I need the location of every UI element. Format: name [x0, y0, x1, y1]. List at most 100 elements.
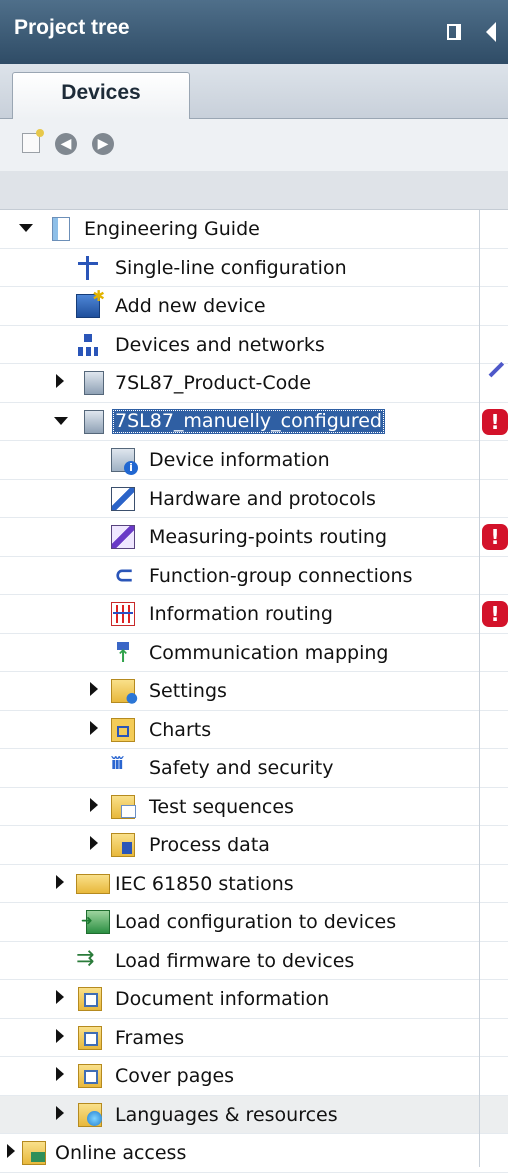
- tree-item-label: Online access: [55, 1142, 187, 1164]
- comm-mapping-icon: [111, 641, 135, 667]
- expand-arrow-icon[interactable]: [90, 682, 98, 696]
- settings-folder-icon: [111, 679, 138, 706]
- info-routing-icon: [111, 602, 135, 626]
- tree-item-label: Cover pages: [115, 1065, 235, 1087]
- tree-row-7sl87-product-code[interactable]: 7SL87_Product-Code: [0, 361, 508, 403]
- tree-row-settings[interactable]: Settings: [0, 672, 508, 711]
- expand-arrow-icon[interactable]: [90, 797, 98, 812]
- panel-title: Project tree: [14, 16, 130, 39]
- tree-row-cover-pages[interactable]: Cover pages: [0, 1057, 508, 1096]
- charts-folder-icon: [111, 717, 135, 742]
- tree-item-label: Add new device: [115, 295, 266, 317]
- tree-row-7sl87-manuelly-configured[interactable]: 7SL87_manuelly_configured !: [0, 403, 508, 441]
- expand-arrow-icon[interactable]: [7, 1144, 15, 1158]
- expand-arrow-icon[interactable]: [90, 836, 98, 850]
- tree-row-information-routing[interactable]: Information routing !: [0, 595, 508, 634]
- test-folder-icon: [111, 794, 136, 819]
- tree-item-label: Document information: [115, 988, 330, 1010]
- expand-arrow-icon[interactable]: [56, 374, 64, 388]
- safety-icon: [111, 754, 135, 780]
- doc-info-folder-icon: [78, 987, 102, 1011]
- edit-pencil-icon: [488, 361, 505, 378]
- folder-icon: [76, 873, 110, 894]
- tree-row-load-configuration[interactable]: Load configuration to devices: [0, 903, 508, 942]
- tree-row-hardware-and-protocols[interactable]: Hardware and protocols: [0, 480, 508, 518]
- tree-row-document-information[interactable]: Document information: [0, 980, 508, 1019]
- expand-arrow-icon[interactable]: [56, 1028, 64, 1043]
- expand-arrow-icon[interactable]: [19, 224, 33, 232]
- tree-item-label: Hardware and protocols: [149, 487, 376, 510]
- single-line-icon: [76, 255, 100, 280]
- tree-row-test-sequences[interactable]: Test sequences: [0, 788, 508, 826]
- tree-toolbar: ◀ ▶: [0, 119, 508, 171]
- expand-arrow-icon[interactable]: [56, 1105, 64, 1120]
- tree-item-label: Information routing: [149, 603, 333, 625]
- tree-row-iec-61850-stations[interactable]: IEC 61850 stations: [0, 865, 508, 903]
- tree-row-charts[interactable]: Charts: [0, 711, 508, 749]
- tree-row-load-firmware[interactable]: Load firmware to devices: [0, 942, 508, 980]
- cover-pages-folder-icon: [78, 1064, 102, 1088]
- tree-item-label: Safety and security: [149, 757, 334, 779]
- tree-item-label: Device information: [149, 449, 330, 471]
- column-divider[interactable]: [479, 210, 480, 1167]
- project-tree: Engineering Guide Single-line configurat…: [0, 210, 508, 1173]
- frames-folder-icon: [78, 1025, 102, 1050]
- error-status-icon: !: [482, 524, 508, 550]
- device-info-icon: [111, 448, 138, 475]
- device-icon: [84, 371, 104, 395]
- tree-row-measuring-points-routing[interactable]: Measuring-points routing !: [0, 518, 508, 557]
- tree-item-label: Single-line configuration: [115, 256, 347, 279]
- tree-row-function-group-connections[interactable]: Function-group connections: [0, 557, 508, 595]
- network-icon: [76, 333, 100, 357]
- error-status-icon: !: [482, 408, 508, 435]
- expand-arrow-icon[interactable]: [90, 720, 98, 735]
- hardware-icon: [111, 486, 135, 511]
- tree-item-label: Load configuration to devices: [115, 911, 397, 933]
- tree-item-label: Frames: [115, 1026, 185, 1049]
- tree-row-single-line-configuration[interactable]: Single-line configuration: [0, 249, 508, 287]
- expand-arrow-icon[interactable]: [56, 1067, 64, 1081]
- function-group-icon: [111, 561, 135, 589]
- project-tree-header: Project tree: [0, 0, 508, 64]
- tab-strip: Devices: [0, 64, 508, 119]
- tree-item-label: Languages & resources: [115, 1103, 338, 1126]
- tree-item-label: Function-group connections: [149, 564, 413, 587]
- tree-column-header: [0, 171, 508, 210]
- tree-item-label: 7SL87_manuelly_configured: [112, 408, 385, 434]
- tree-item-label: Charts: [149, 718, 212, 741]
- collapse-panel-icon[interactable]: [486, 22, 496, 42]
- tree-item-label: Test sequences: [149, 795, 294, 818]
- tree-item-label: Process data: [149, 834, 270, 856]
- new-item-icon[interactable]: [22, 129, 44, 153]
- process-data-icon: [111, 833, 135, 857]
- tree-row-communication-mapping[interactable]: Communication mapping: [0, 634, 508, 672]
- back-icon[interactable]: ◀: [55, 133, 77, 155]
- tree-row-devices-and-networks[interactable]: Devices and networks: [0, 326, 508, 364]
- tree-row-safety-and-security[interactable]: Safety and security: [0, 749, 508, 788]
- online-access-icon: [22, 1141, 46, 1165]
- tree-item-label: Engineering Guide: [84, 218, 260, 240]
- tree-row-device-information[interactable]: Device information: [0, 441, 508, 480]
- load-firmware-icon: [76, 946, 100, 973]
- tree-row-process-data[interactable]: Process data: [0, 826, 508, 865]
- split-view-icon[interactable]: [447, 24, 461, 40]
- device-icon: [84, 409, 104, 434]
- tree-item-label: Devices and networks: [115, 333, 325, 356]
- tree-row-frames[interactable]: Frames: [0, 1019, 508, 1057]
- tree-item-label: Settings: [149, 680, 227, 702]
- tree-item-label: IEC 61850 stations: [115, 872, 294, 895]
- tree-item-label: Load firmware to devices: [115, 949, 355, 972]
- expand-arrow-icon[interactable]: [56, 990, 64, 1004]
- languages-folder-icon: [78, 1102, 102, 1127]
- forward-icon[interactable]: ▶: [92, 133, 114, 155]
- error-status-icon: !: [482, 601, 508, 627]
- project-icon: [52, 217, 70, 241]
- expand-arrow-icon[interactable]: [54, 416, 68, 425]
- tree-row-engineering-guide[interactable]: Engineering Guide: [0, 210, 508, 249]
- load-config-icon: [81, 910, 110, 934]
- measuring-icon: [111, 525, 135, 549]
- tree-row-languages-resources[interactable]: Languages & resources: [0, 1095, 508, 1134]
- expand-arrow-icon[interactable]: [56, 874, 64, 889]
- tree-row-add-new-device[interactable]: Add new device: [0, 287, 508, 326]
- tab-devices[interactable]: Devices: [12, 72, 190, 119]
